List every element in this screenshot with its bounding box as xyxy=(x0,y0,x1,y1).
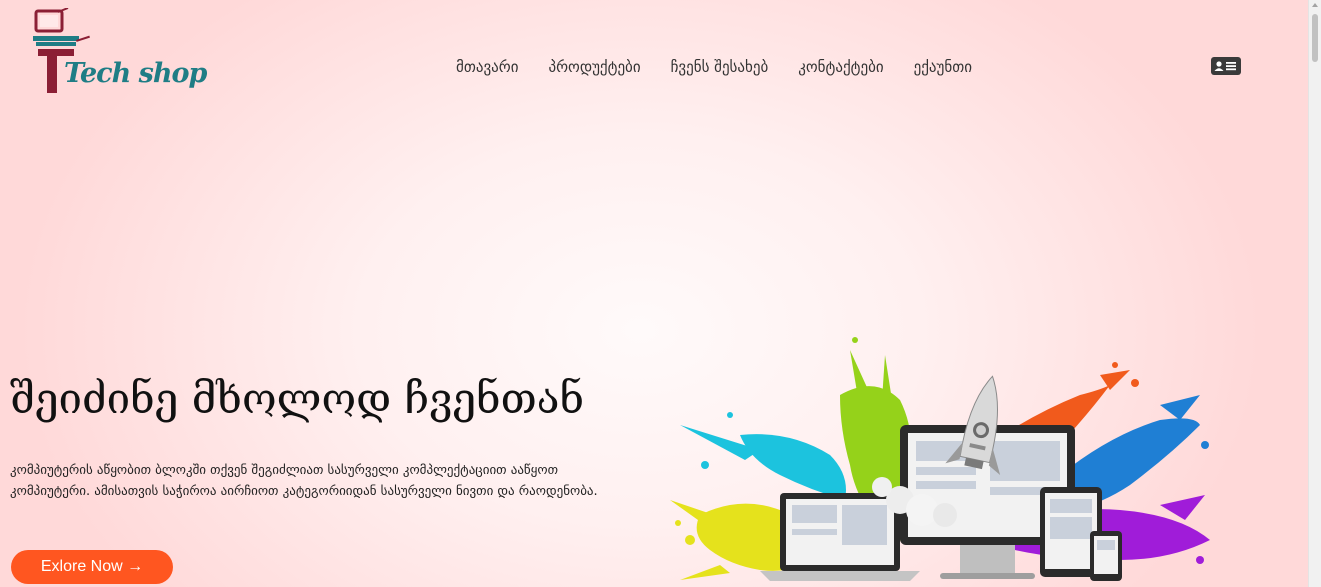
page: Tech shop მთავარი პროდუქტები ჩვენს შესახ… xyxy=(0,0,1309,587)
nav-item-home[interactable]: მთავარი xyxy=(456,58,518,76)
hero-title: შეიძინე მხოლოდ ჩვენთან xyxy=(10,374,585,423)
nav-item-contacts[interactable]: კონტაქტები xyxy=(798,58,883,76)
hero-description: კომპიუტერის აწყობით ბლოკში თქვენ შეგიძლი… xyxy=(10,463,598,499)
account-button[interactable] xyxy=(1211,57,1241,75)
page-scrollbar[interactable] xyxy=(1308,0,1321,587)
scroll-up-arrow-icon[interactable] xyxy=(1312,3,1318,7)
logo-text: Tech shop xyxy=(64,58,207,89)
site-logo[interactable]: Tech shop xyxy=(30,8,207,104)
main-nav: მთავარი პროდუქტები ჩვენს შესახებ კონტაქტ… xyxy=(456,58,972,76)
explore-now-button[interactable]: Exlore Now → xyxy=(11,550,173,584)
phone xyxy=(1090,531,1122,581)
contact-card-icon xyxy=(1214,61,1236,71)
paint-splash-cyan xyxy=(680,412,846,500)
nav-item-products[interactable]: პროდუქტები xyxy=(548,58,640,76)
rocket-devices-paint-splash-illustration xyxy=(670,337,1210,581)
computer-monitor-icon xyxy=(33,8,90,93)
nav-item-account[interactable]: ექაუნთი xyxy=(914,58,972,76)
nav-item-about[interactable]: ჩვენს შესახებ xyxy=(671,58,769,76)
scrollbar-thumb[interactable] xyxy=(1312,14,1318,62)
